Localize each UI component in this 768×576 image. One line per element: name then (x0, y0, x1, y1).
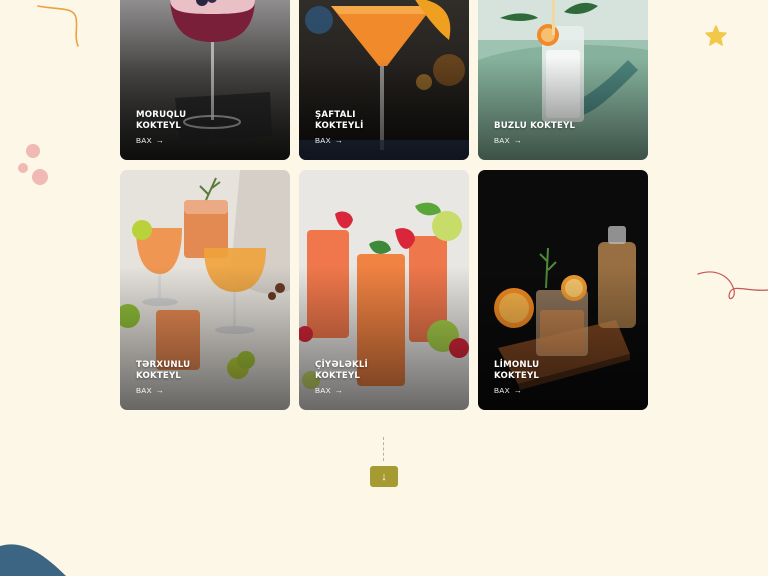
red-squiggle-doodle (697, 271, 768, 300)
arrow-down-icon: ↓ (381, 470, 387, 483)
card-title: ŞAFTALI KOKTEYLİ (315, 110, 364, 131)
card-caption: ÇİYƏLƏKLİ KOKTEYL BAX → (315, 360, 405, 395)
card-caption: TƏRXUNLU KOKTEYL BAX → (136, 360, 226, 395)
orange-squiggle-doodle (37, 5, 79, 47)
view-link[interactable]: BAX → (315, 136, 405, 145)
cocktail-card-tarragon[interactable]: TƏRXUNLU KOKTEYL BAX → (120, 170, 290, 410)
cocktail-card-iced[interactable]: BUZLU KOKTEYL BAX → (478, 0, 648, 160)
cocktail-card-berry[interactable]: MORUQLU KOKTEYL BAX → (120, 0, 290, 160)
card-caption: MORUQLU KOKTEYL BAX → (136, 110, 226, 145)
card-title: LİMONLU KOKTEYL (494, 360, 540, 381)
cocktail-card-strawberry[interactable]: ÇİYƏLƏKLİ KOKTEYL BAX → (299, 170, 469, 410)
card-caption: BUZLU KOKTEYL BAX → (494, 121, 584, 145)
card-title: TƏRXUNLU KOKTEYL (136, 360, 191, 381)
cocktail-card-peach[interactable]: ŞAFTALI KOKTEYLİ BAX → (299, 0, 469, 160)
scroll-down-button[interactable]: ↓ (370, 466, 398, 487)
cocktail-grid: MORUQLU KOKTEYL BAX → ŞAFTALI KOKTEYLİ BA… (120, 0, 648, 410)
star-icon (705, 25, 727, 46)
arrow-right-icon: → (513, 386, 523, 395)
blue-corner-shape (0, 544, 66, 576)
view-link[interactable]: BAX → (494, 136, 584, 145)
view-link-label: BAX (494, 136, 510, 145)
view-link[interactable]: BAX → (494, 386, 584, 395)
arrow-right-icon: → (334, 386, 344, 395)
view-link-label: BAX (494, 386, 510, 395)
dashed-divider (383, 437, 384, 461)
arrow-right-icon: → (155, 386, 165, 395)
pink-dots-doodle (18, 144, 48, 185)
view-link-label: BAX (315, 386, 331, 395)
arrow-right-icon: → (334, 136, 344, 145)
card-title: ÇİYƏLƏKLİ KOKTEYL (315, 360, 368, 381)
card-title: MORUQLU KOKTEYL (136, 110, 187, 131)
card-caption: ŞAFTALI KOKTEYLİ BAX → (315, 110, 405, 145)
card-caption: LİMONLU KOKTEYL BAX → (494, 360, 584, 395)
view-link-label: BAX (136, 386, 152, 395)
card-title: BUZLU KOKTEYL (494, 121, 576, 131)
view-link[interactable]: BAX → (136, 386, 226, 395)
view-link-label: BAX (315, 136, 331, 145)
cocktail-card-lemon[interactable]: LİMONLU KOKTEYL BAX → (478, 170, 648, 410)
view-link[interactable]: BAX → (136, 136, 226, 145)
view-link-label: BAX (136, 136, 152, 145)
arrow-right-icon: → (513, 136, 523, 145)
view-link[interactable]: BAX → (315, 386, 405, 395)
arrow-right-icon: → (155, 136, 165, 145)
